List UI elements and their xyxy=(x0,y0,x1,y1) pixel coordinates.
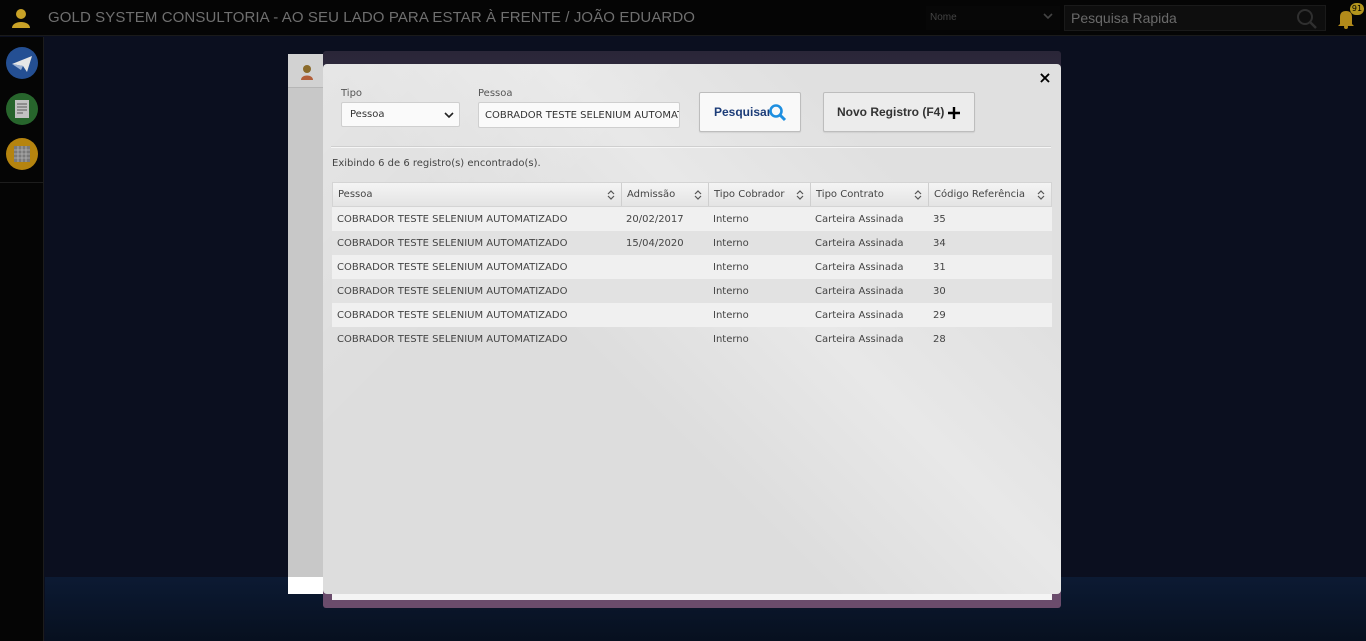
sidebar-divider xyxy=(0,182,44,183)
chevron-down-icon xyxy=(444,112,454,119)
cell-pessoa: COBRADOR TESTE SELENIUM AUTOMATIZADO xyxy=(337,214,568,225)
cell-tipo-contrato: Carteira Assinada xyxy=(815,334,904,345)
plane-icon xyxy=(6,47,38,79)
cell-admissao xyxy=(621,327,626,351)
sidebar-item-travel[interactable] xyxy=(5,46,39,80)
result-count: Exibindo 6 de 6 registro(s) encontrado(s… xyxy=(332,158,541,169)
column-header-admissao[interactable]: Admissão xyxy=(622,183,709,206)
table-row[interactable]: COBRADOR TESTE SELENIUM AUTOMATIZADO Int… xyxy=(332,303,1052,327)
cell-admissao xyxy=(621,279,626,303)
tipo-label: Tipo xyxy=(341,88,363,99)
cell-admissao: 20/02/2017 xyxy=(626,214,684,225)
app-title: GOLD SYSTEM CONSULTORIA - AO SEU LADO PA… xyxy=(48,9,696,26)
cell-tipo-cobrador: Interno xyxy=(713,238,749,249)
table-row[interactable]: COBRADOR TESTE SELENIUM AUTOMATIZADO 15/… xyxy=(332,231,1052,255)
pessoa-label: Pessoa xyxy=(478,88,513,99)
search-icon[interactable] xyxy=(1296,8,1318,30)
cell-tipo-cobrador: Interno xyxy=(713,286,749,297)
cell-tipo-cobrador: Interno xyxy=(713,334,749,345)
document-icon xyxy=(6,93,38,125)
cell-pessoa: COBRADOR TESTE SELENIUM AUTOMATIZADO xyxy=(337,238,568,249)
sidebar xyxy=(0,37,44,641)
tipo-select-value: Pessoa xyxy=(350,109,385,120)
cell-codigo-referencia: 28 xyxy=(933,334,946,345)
cell-tipo-cobrador: Interno xyxy=(713,214,749,225)
sort-icon xyxy=(694,190,702,200)
table-row[interactable]: COBRADOR TESTE SELENIUM AUTOMATIZADO 20/… xyxy=(332,207,1052,231)
column-header-codigo-referencia[interactable]: Código Referência xyxy=(929,183,1051,206)
table-header: Pessoa Admissão Tipo Cobrador Tipo Contr… xyxy=(332,182,1052,207)
column-header-tipo-contrato[interactable]: Tipo Contrato xyxy=(811,183,929,206)
cell-admissao: 15/04/2020 xyxy=(626,238,684,249)
cell-pessoa: COBRADOR TESTE SELENIUM AUTOMATIZADO xyxy=(337,310,568,321)
cell-codigo-referencia: 35 xyxy=(933,214,946,225)
cell-tipo-contrato: Carteira Assinada xyxy=(815,262,904,273)
filter-select[interactable]: Nome xyxy=(926,6,1060,30)
notifications-badge: 91 xyxy=(1350,3,1364,15)
new-record-button-label: Novo Registro (F4) xyxy=(837,105,945,119)
table-row[interactable]: COBRADOR TESTE SELENIUM AUTOMATIZADO Int… xyxy=(332,327,1052,351)
column-header-label: Pessoa xyxy=(338,189,373,200)
pessoa-input[interactable]: COBRADOR TESTE SELENIUM AUTOMAT xyxy=(478,102,680,128)
cell-tipo-contrato: Carteira Assinada xyxy=(815,238,904,249)
avatar-icon xyxy=(301,65,313,80)
cell-codigo-referencia: 31 xyxy=(933,262,946,273)
filter-select-value: Nome xyxy=(930,12,957,23)
new-record-button[interactable]: Novo Registro (F4) xyxy=(823,92,975,132)
column-header-label: Tipo Cobrador xyxy=(714,189,785,200)
user-icon[interactable] xyxy=(10,7,32,29)
sort-icon xyxy=(1037,190,1045,200)
sidebar-item-calendar[interactable] xyxy=(5,137,39,171)
table-row[interactable]: COBRADOR TESTE SELENIUM AUTOMATIZADO Int… xyxy=(332,279,1052,303)
search-button[interactable]: Pesquisar xyxy=(699,92,801,132)
column-header-label: Tipo Contrato xyxy=(816,189,884,200)
column-header-pessoa[interactable]: Pessoa xyxy=(333,183,622,206)
search-modal: × Tipo Pessoa Pessoa COBRADOR TESTE SELE… xyxy=(323,64,1061,594)
cell-pessoa: COBRADOR TESTE SELENIUM AUTOMATIZADO xyxy=(337,334,568,345)
top-bar: GOLD SYSTEM CONSULTORIA - AO SEU LADO PA… xyxy=(0,0,1366,36)
cell-admissao xyxy=(621,303,626,327)
search-button-label: Pesquisar xyxy=(714,105,772,119)
column-header-tipo-cobrador[interactable]: Tipo Cobrador xyxy=(709,183,811,206)
modal-bottom-strip xyxy=(332,594,1052,600)
calendar-icon xyxy=(6,138,38,170)
close-button[interactable]: × xyxy=(1037,70,1053,86)
search-icon xyxy=(769,104,787,122)
cell-codigo-referencia: 34 xyxy=(933,238,946,249)
sort-icon xyxy=(796,190,804,200)
cell-codigo-referencia: 30 xyxy=(933,286,946,297)
plus-icon xyxy=(948,107,960,119)
cell-tipo-cobrador: Interno xyxy=(713,310,749,321)
sidebar-item-documents[interactable] xyxy=(5,92,39,126)
sort-icon xyxy=(914,190,922,200)
quick-search-input[interactable]: Pesquisa Rapida xyxy=(1064,5,1326,31)
column-header-label: Admissão xyxy=(627,189,676,200)
cell-pessoa: COBRADOR TESTE SELENIUM AUTOMATIZADO xyxy=(337,286,568,297)
cell-admissao xyxy=(621,255,626,279)
divider xyxy=(331,146,1051,148)
cell-tipo-cobrador: Interno xyxy=(713,262,749,273)
cell-tipo-contrato: Carteira Assinada xyxy=(815,214,904,225)
tipo-select[interactable]: Pessoa xyxy=(341,102,460,127)
column-header-label: Código Referência xyxy=(934,189,1025,200)
cell-pessoa: COBRADOR TESTE SELENIUM AUTOMATIZADO xyxy=(337,262,568,273)
cell-tipo-contrato: Carteira Assinada xyxy=(815,310,904,321)
cell-tipo-contrato: Carteira Assinada xyxy=(815,286,904,297)
table-row[interactable]: COBRADOR TESTE SELENIUM AUTOMATIZADO Int… xyxy=(332,255,1052,279)
chevron-down-icon xyxy=(1043,13,1053,20)
sort-icon xyxy=(607,190,615,200)
cell-codigo-referencia: 29 xyxy=(933,310,946,321)
